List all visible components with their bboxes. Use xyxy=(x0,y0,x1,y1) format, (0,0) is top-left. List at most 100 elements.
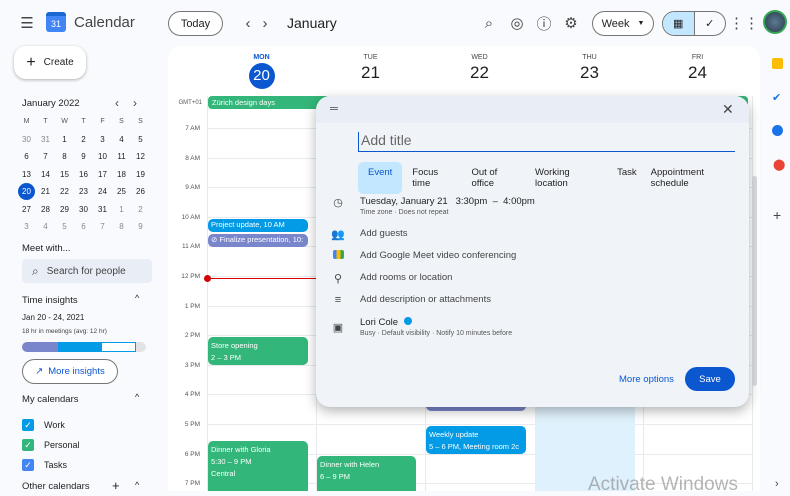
contacts-icon[interactable] xyxy=(772,125,783,136)
mini-day[interactable]: 17 xyxy=(93,166,112,184)
collapse-my-calendars-icon[interactable]: ^ xyxy=(135,392,139,402)
event-type-tab[interactable]: Task xyxy=(610,162,644,194)
event-type-tab[interactable]: Working location xyxy=(528,162,610,194)
mini-day[interactable]: 9 xyxy=(74,148,93,166)
tasks-icon[interactable]: ✔ xyxy=(772,91,781,104)
tasks-check-icon[interactable]: ◎ xyxy=(505,11,529,35)
calendar-owner[interactable]: Lori Cole xyxy=(360,317,512,328)
event-store-opening[interactable]: Store opening 2 – 3 PM xyxy=(208,337,308,365)
mini-next-icon[interactable]: › xyxy=(133,96,137,110)
mini-day[interactable]: 4 xyxy=(36,218,55,236)
add-meet[interactable]: Add Google Meet video conferencing xyxy=(360,250,516,261)
event-type-tab[interactable]: Event xyxy=(358,162,403,194)
mini-day[interactable]: 15 xyxy=(55,166,74,184)
mini-day[interactable]: 11 xyxy=(112,148,131,166)
day-header[interactable]: THU 23 xyxy=(535,54,644,83)
collapse-insights-icon[interactable]: ^ xyxy=(135,293,139,303)
mini-day[interactable]: 13 xyxy=(17,166,36,184)
add-guests[interactable]: Add guests xyxy=(360,228,408,239)
event-datetime[interactable]: Tuesday, January 21 3:30pm – 4:00pm xyxy=(360,196,535,207)
more-insights-button[interactable]: ↗ More insights xyxy=(22,359,118,384)
timezone-repeat[interactable]: Time zone · Does not repeat xyxy=(360,209,535,216)
mini-day[interactable]: 25 xyxy=(112,183,131,201)
event-project-update[interactable]: Project update, 10 AM xyxy=(208,219,308,232)
mini-day[interactable]: 31 xyxy=(36,131,55,149)
mini-day[interactable]: 1 xyxy=(112,201,131,219)
mini-day[interactable]: 14 xyxy=(36,166,55,184)
mini-day[interactable]: 26 xyxy=(131,183,150,201)
drag-handle-icon[interactable]: ═ xyxy=(330,103,338,115)
calendar-item[interactable]: ✓ Personal xyxy=(22,435,80,455)
mini-day[interactable]: 29 xyxy=(55,201,74,219)
event-finalize-presentation[interactable]: ⊘ Finalize presentation, 10: xyxy=(208,234,308,247)
search-people-input[interactable]: Search for people xyxy=(47,266,126,277)
expand-panel-icon[interactable]: › xyxy=(775,478,779,490)
checkbox-checked-icon[interactable]: ✓ xyxy=(22,419,34,431)
main-menu-icon[interactable]: ☰ xyxy=(15,11,39,35)
mini-day[interactable]: 23 xyxy=(74,183,93,201)
mini-day[interactable]: 8 xyxy=(55,148,74,166)
help-icon[interactable]: ⓘ xyxy=(532,11,556,35)
calendar-view-icon[interactable]: ▦ xyxy=(663,12,695,35)
maps-icon[interactable]: ⬤ xyxy=(773,158,785,171)
mini-day[interactable]: 5 xyxy=(131,131,150,149)
day-header[interactable]: WED 22 xyxy=(425,54,534,83)
add-location[interactable]: Add rooms or location xyxy=(360,272,452,283)
event-dinner-helen[interactable]: Dinner with Helen 6 – 9 PM xyxy=(317,456,416,491)
mini-day[interactable]: 7 xyxy=(36,148,55,166)
mini-day[interactable]: 6 xyxy=(74,218,93,236)
save-button[interactable]: Save xyxy=(685,367,735,391)
mini-day[interactable]: 30 xyxy=(17,131,36,149)
mini-prev-icon[interactable]: ‹ xyxy=(115,96,119,110)
day-header[interactable]: TUE 21 xyxy=(316,54,425,83)
mini-day[interactable]: 6 xyxy=(17,148,36,166)
mini-day[interactable]: 28 xyxy=(36,201,55,219)
mini-day[interactable]: 22 xyxy=(55,183,74,201)
mini-day[interactable]: 21 xyxy=(36,183,55,201)
apps-grid-icon[interactable]: ⋮⋮ xyxy=(729,11,759,35)
event-type-tab[interactable]: Focus time xyxy=(405,162,464,194)
mini-day[interactable]: 8 xyxy=(112,218,131,236)
today-button[interactable]: Today xyxy=(168,11,223,36)
event-dinner-gloria[interactable]: Dinner with Gloria 5:30 – 9 PM Central xyxy=(208,441,308,491)
mini-day[interactable]: 20 xyxy=(17,183,36,201)
next-week-icon[interactable]: › xyxy=(253,11,277,35)
mini-day[interactable]: 18 xyxy=(112,166,131,184)
search-icon[interactable]: ⌕ xyxy=(477,11,501,35)
add-addon-icon[interactable]: + xyxy=(773,207,781,223)
grid-scrollbar[interactable] xyxy=(752,176,757,386)
calendar-item[interactable]: ✓ Tasks xyxy=(22,455,80,475)
mini-day[interactable]: 24 xyxy=(93,183,112,201)
mini-day[interactable]: 9 xyxy=(131,218,150,236)
avatar[interactable] xyxy=(763,10,787,34)
event-type-tab[interactable]: Appointment schedule xyxy=(644,162,749,194)
day-header[interactable]: MON 20 xyxy=(207,54,316,89)
settings-gear-icon[interactable]: ⚙ xyxy=(559,11,583,35)
mini-day[interactable]: 19 xyxy=(131,166,150,184)
tasks-view-icon[interactable]: ✓ xyxy=(695,12,726,35)
mini-day[interactable]: 10 xyxy=(93,148,112,166)
more-options-button[interactable]: More options xyxy=(619,374,674,385)
mini-day[interactable]: 7 xyxy=(93,218,112,236)
add-description[interactable]: Add description or attachments xyxy=(360,294,491,305)
mini-day[interactable]: 16 xyxy=(74,166,93,184)
event-weekly-update[interactable]: Weekly update 5 – 6 PM, Meeting room 2c xyxy=(426,426,526,454)
create-button[interactable]: + Create xyxy=(14,46,86,79)
owner-settings[interactable]: Busy · Default visibility · Notify 10 mi… xyxy=(360,330,512,337)
close-icon[interactable]: ✕ xyxy=(722,101,734,118)
mini-day[interactable]: 2 xyxy=(74,131,93,149)
mini-day[interactable]: 3 xyxy=(17,218,36,236)
view-selector[interactable]: Week ▼ xyxy=(592,11,654,36)
mini-day[interactable]: 2 xyxy=(131,201,150,219)
checkbox-checked-icon[interactable]: ✓ xyxy=(22,459,34,471)
title-input[interactable]: Add title xyxy=(358,132,735,152)
mini-day[interactable]: 4 xyxy=(112,131,131,149)
event-type-tab[interactable]: Out of office xyxy=(464,162,528,194)
mini-day[interactable]: 1 xyxy=(55,131,74,149)
collapse-other-calendars-icon[interactable]: ^ xyxy=(135,480,139,490)
mini-day[interactable]: 27 xyxy=(17,201,36,219)
calendar-item[interactable]: ✓ Work xyxy=(22,415,80,435)
mini-day[interactable]: 12 xyxy=(131,148,150,166)
mini-day[interactable]: 31 xyxy=(93,201,112,219)
dialog-drag-handle[interactable] xyxy=(316,96,749,123)
